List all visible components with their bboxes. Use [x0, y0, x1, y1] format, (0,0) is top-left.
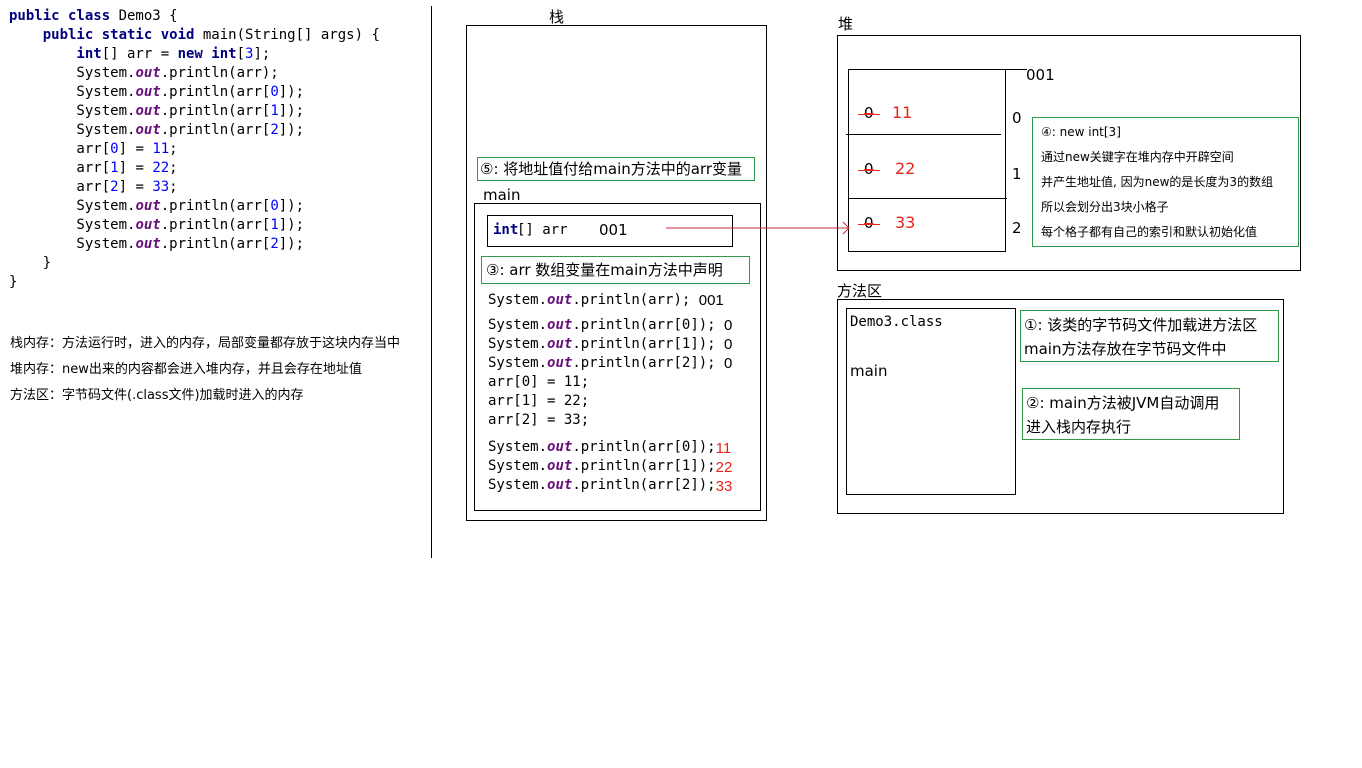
reference-arrow	[666, 221, 850, 235]
